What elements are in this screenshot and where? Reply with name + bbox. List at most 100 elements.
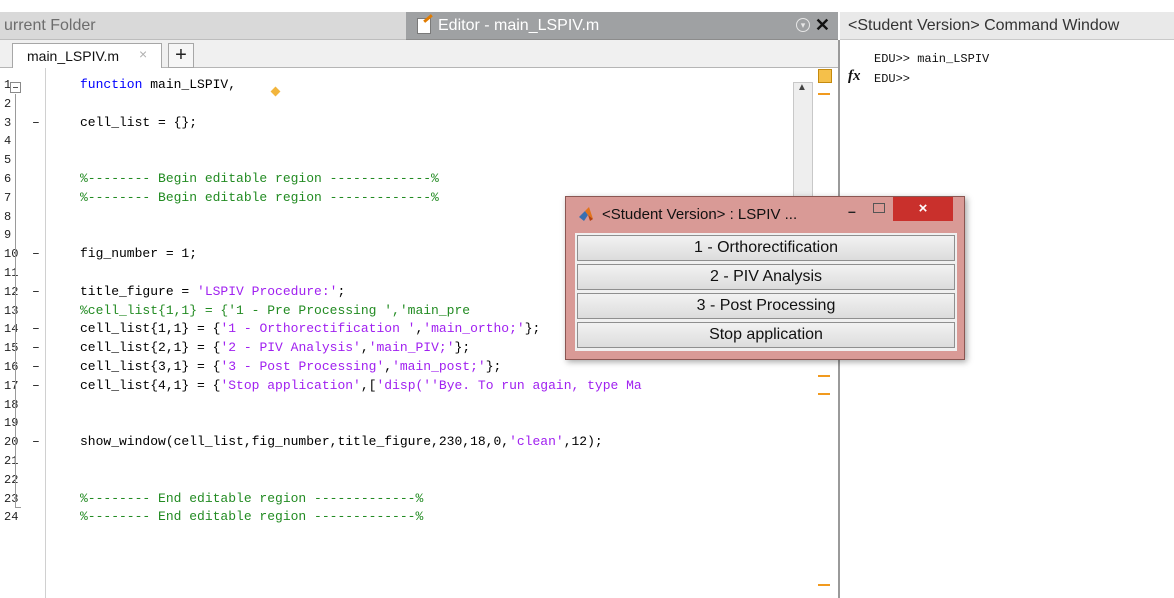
code-token: 'Stop application' bbox=[220, 377, 361, 393]
code-token: cell_list{4,1} = { bbox=[80, 377, 221, 393]
code-line[interactable]: cell_list = {}; bbox=[80, 114, 197, 132]
code-token: %-------- Begin editable region --------… bbox=[80, 171, 439, 186]
editor-titlebar[interactable]: Editor - main_LSPIV.m ▾ ✕ bbox=[406, 12, 838, 40]
command-window-titlebar[interactable]: <Student Version> Command Window bbox=[840, 12, 1174, 40]
code-token: show_window(cell_list,fig_number,title_f… bbox=[80, 434, 510, 450]
code-token: cell_list = {}; bbox=[80, 114, 198, 130]
analyzer-warning-tick[interactable] bbox=[818, 584, 830, 586]
line-number: 22 bbox=[4, 472, 19, 487]
piv-analysis-button[interactable]: 2 - PIV Analysis bbox=[577, 264, 955, 290]
analyzer-warning-tick[interactable] bbox=[818, 93, 830, 95]
breakpoint-dash[interactable]: – bbox=[32, 377, 42, 395]
current-folder-title: urrent Folder bbox=[4, 17, 96, 34]
dialog-close-button[interactable]: × bbox=[893, 197, 953, 221]
code-token: 'main_ortho;' bbox=[423, 321, 525, 337]
code-token: 'disp(''Bye. To run again, type Ma bbox=[376, 377, 642, 393]
line-number: 24 bbox=[4, 510, 19, 525]
analyzer-warning-tick[interactable] bbox=[818, 393, 830, 395]
line-number: 19 bbox=[4, 416, 19, 431]
code-line[interactable]: cell_list{4,1} = {'Stop application',['d… bbox=[80, 377, 642, 395]
dialog-titlebar[interactable]: <Student Version> : LSPIV ... – × bbox=[566, 197, 964, 233]
line-number: 3 bbox=[4, 115, 12, 130]
post-processing-button[interactable]: 3 - Post Processing bbox=[577, 293, 955, 319]
code-line[interactable]: %-------- Begin editable region --------… bbox=[80, 170, 439, 188]
editor-document-icon bbox=[417, 18, 431, 34]
code-token: main_LSPIV, bbox=[150, 77, 237, 92]
line-number: 5 bbox=[4, 153, 12, 168]
code-line[interactable]: function main_LSPIV, bbox=[80, 76, 236, 94]
breakpoint-dash[interactable]: – bbox=[32, 320, 42, 338]
current-folder-titlebar[interactable]: urrent Folder bbox=[0, 12, 406, 40]
code-line[interactable]: title_figure = 'LSPIV Procedure:'; bbox=[80, 283, 345, 301]
analyzer-warning-tick[interactable] bbox=[818, 375, 830, 377]
line-number: 8 bbox=[4, 209, 12, 224]
code-token: cell_list{2,1} = { bbox=[80, 340, 221, 356]
code-token: ,12); bbox=[563, 434, 603, 450]
line-number: 12 bbox=[4, 284, 19, 299]
code-token: '1 - Orthorectification ' bbox=[220, 321, 416, 337]
breakpoint-dash[interactable]: – bbox=[32, 114, 42, 132]
code-line[interactable]: cell_list{2,1} = {'2 - PIV Analysis','ma… bbox=[80, 339, 470, 357]
breakpoint-dash[interactable]: – bbox=[32, 433, 42, 451]
command-prompt[interactable]: EDU>> bbox=[874, 72, 910, 86]
new-tab-button[interactable]: + bbox=[168, 43, 194, 68]
code-token: %-------- Begin editable region --------… bbox=[80, 189, 439, 205]
editor-close-icon[interactable]: ✕ bbox=[815, 15, 830, 36]
code-token: , bbox=[360, 340, 369, 356]
line-number-gutter: 1 2 3–4 5 6 7 8 9 10–11 12–13 14–15–16–17–18 19 20–2… bbox=[0, 68, 46, 598]
code-line[interactable]: %-------- End editable region ----------… bbox=[80, 490, 423, 508]
code-line[interactable]: %cell_list{1,1} = {'1 - Pre Processing '… bbox=[80, 302, 470, 320]
code-token: cell_list{1,1} = { bbox=[80, 321, 221, 337]
code-token: function bbox=[80, 77, 151, 92]
dialog-maximize-icon[interactable] bbox=[873, 203, 885, 213]
code-token: ; bbox=[337, 283, 346, 299]
tab-label: main_LSPIV.m bbox=[27, 48, 120, 64]
code-token: %cell_list{1,1} = {'1 - Pre Processing '… bbox=[80, 302, 471, 318]
stop-application-button[interactable]: Stop application bbox=[577, 322, 955, 348]
code-fold-toggle-icon[interactable] bbox=[10, 82, 21, 93]
scrollbar-thumb[interactable] bbox=[793, 82, 813, 212]
line-number: 10 bbox=[4, 247, 19, 262]
code-token: %-------- End editable region ----------… bbox=[80, 490, 424, 506]
code-token: title_figure = bbox=[80, 283, 198, 299]
tab-close-icon[interactable]: × bbox=[139, 46, 147, 62]
code-line[interactable]: fig_number = 1; bbox=[80, 245, 197, 263]
line-number: 16 bbox=[4, 360, 19, 374]
code-line[interactable]: %-------- Begin editable region --------… bbox=[80, 189, 439, 207]
code-line[interactable]: cell_list{1,1} = {'1 - Orthorectificatio… bbox=[80, 320, 540, 338]
breakpoint-dash[interactable]: – bbox=[32, 358, 42, 376]
dialog-minimize-icon[interactable]: – bbox=[848, 203, 856, 219]
breakpoint-dash[interactable]: – bbox=[32, 245, 42, 263]
code-token: }; bbox=[485, 359, 502, 374]
breakpoint-dash[interactable]: – bbox=[32, 283, 42, 301]
line-number: 20 bbox=[4, 435, 19, 450]
line-number: 13 bbox=[4, 303, 19, 318]
code-token: cell_list{3,1} = { bbox=[80, 359, 221, 374]
line-number: 11 bbox=[4, 266, 19, 280]
code-token: , bbox=[384, 359, 393, 374]
line-number: 7 bbox=[4, 190, 12, 205]
code-token: %-------- End editable region ----------… bbox=[80, 509, 424, 525]
tab-main-lspiv[interactable]: main_LSPIV.m × bbox=[12, 43, 162, 68]
code-line[interactable]: %-------- End editable region ----------… bbox=[80, 508, 423, 526]
code-analyzer-warning-icon[interactable] bbox=[818, 69, 832, 83]
editor-title: Editor - main_LSPIV.m bbox=[438, 17, 600, 34]
code-token: ,[ bbox=[360, 377, 377, 393]
function-browser-icon[interactable]: fx bbox=[848, 68, 861, 85]
line-number: 9 bbox=[4, 228, 12, 243]
code-token: fig_number = 1; bbox=[80, 246, 198, 262]
line-number: 4 bbox=[4, 134, 12, 149]
scroll-up-icon[interactable]: ▲ bbox=[797, 82, 807, 93]
dialog-body: 1 - Orthorectification 2 - PIV Analysis … bbox=[575, 233, 957, 351]
code-token: '2 - PIV Analysis' bbox=[220, 340, 361, 356]
line-number: 15 bbox=[4, 341, 19, 356]
breakpoint-dash[interactable]: – bbox=[32, 339, 42, 357]
command-line: EDU>> main_LSPIV bbox=[874, 52, 990, 66]
panel-menu-icon[interactable]: ▾ bbox=[796, 18, 810, 32]
orthorectification-button[interactable]: 1 - Orthorectification bbox=[577, 235, 955, 261]
code-token: 'main_post;' bbox=[392, 359, 486, 374]
code-token: 'clean' bbox=[509, 434, 564, 450]
code-line[interactable]: show_window(cell_list,fig_number,title_f… bbox=[80, 433, 603, 451]
line-number: 14 bbox=[4, 322, 19, 337]
code-line[interactable]: cell_list{3,1} = {'3 - Post Processing',… bbox=[80, 358, 501, 376]
